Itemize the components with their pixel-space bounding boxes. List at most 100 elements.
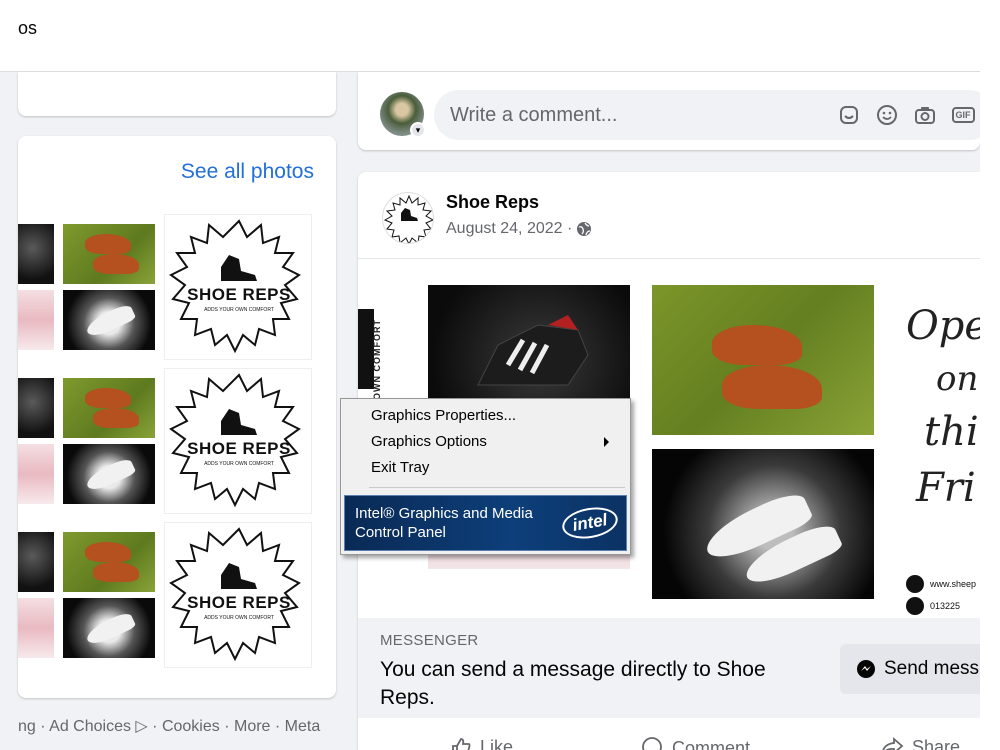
brown-shoes-photo [652,285,874,435]
footer-separator: · [219,718,234,735]
comment-label: Comment [672,737,751,750]
share-button[interactable]: Share [880,736,960,750]
like-label: Like [480,736,514,750]
logo-text: SHOE REPS [187,593,291,612]
menu-item-exit-tray[interactable]: Exit Tray [371,459,429,476]
page-avatar[interactable] [382,192,434,244]
photo-thumbnail[interactable] [63,378,155,438]
menu-separator [369,487,625,488]
brown-shoe-image [93,408,139,428]
photo-thumbnail[interactable]: SHOE REPS ADDS YOUR OWN COMFORT [164,522,312,668]
white-heel-image [83,302,137,340]
brown-shoe-image [93,562,139,582]
send-message-label: Send mess [884,658,980,679]
messenger-icon [857,660,875,678]
messenger-prompt: MESSENGER You can send a message directl… [358,618,980,718]
logo-tagline: ADDS YOUR OWN COMFORT [204,615,274,621]
post-side-text: OWN COMFORT [372,319,382,400]
footer-link[interactable]: ng [18,718,36,735]
promo-text-line: thi [924,409,979,455]
promo-text-line: Fri [916,465,976,511]
photo-row: SHOE REPS ADDS YOUR OWN COMFORT [18,522,336,670]
photo-thumbnail[interactable] [18,598,54,658]
photo-thumbnail[interactable] [63,290,155,350]
photo-thumbnail[interactable] [18,290,54,350]
share-icon [882,737,904,750]
photo-row: SHOE REPS ADDS YOUR OWN COMFORT [18,214,336,362]
phone-icon [906,597,924,615]
promo-text-line: Open [906,303,980,349]
globe-icon [906,575,924,593]
photo-thumbnail[interactable] [18,444,54,504]
photo-thumbnail[interactable] [63,598,155,658]
share-label: Share [912,736,961,750]
footer-separator: · [35,718,50,735]
emoji-icon[interactable] [874,102,900,128]
page-title-fragment: os [18,18,38,38]
white-heels-photo [652,449,874,599]
brown-shoe-image [85,542,131,562]
footer-link-ad-choices[interactable]: Ad Choices [49,718,131,735]
like-button[interactable]: Like [450,736,513,750]
logo-text: SHOE REPS [187,439,291,458]
brown-shoe-image [85,388,131,408]
brown-shoe-image [722,365,822,409]
photo-thumbnail[interactable]: SHOE REPS ADDS YOUR OWN COMFORT [164,214,312,360]
post-timestamp: August 24, 2022 · [446,220,592,238]
ad-choices-icon: ▷ [135,718,148,735]
comment-icon [642,737,662,750]
photo-thumbnail[interactable] [63,444,155,504]
photo-thumbnail[interactable] [18,532,54,592]
gif-label: GIF [951,107,975,123]
send-message-button[interactable]: Send mess [840,644,980,694]
footer-link-more[interactable]: More [234,718,270,735]
photo-thumbnail[interactable] [18,224,54,284]
contact-phone: 013225 [906,597,960,615]
menu-item-graphics-options-label: Graphics Options [371,433,487,450]
submenu-arrow-icon [604,437,609,447]
menu-item-graphics-properties[interactable]: Graphics Properties... [371,407,516,424]
context-menu: Graphics Properties... Graphics Options … [340,398,631,555]
chevron-down-icon[interactable]: ▾ [410,122,426,138]
post-actions: Like Comment Share [358,728,980,750]
left-top-card [18,72,336,116]
promo-text-line: on [936,359,979,399]
comment-composer: ▾ GIF [358,72,994,150]
photo-thumbnail[interactable]: SHOE REPS ADDS YOUR OWN COMFORT [164,368,312,514]
footer-link-meta[interactable]: Meta [285,718,321,735]
intel-control-panel-label: Intel® Graphics and Media Control Panel [355,505,533,541]
contact-phone-text: 013225 [930,601,961,611]
photo-thumbnail[interactable] [63,224,155,284]
photo-thumbnail[interactable] [18,378,54,438]
logo-tagline: ADDS YOUR OWN COMFORT [204,307,274,313]
post-author-name[interactable]: Shoe Reps [446,192,539,213]
globe-icon [577,222,592,236]
footer-link-cookies[interactable]: Cookies [162,718,220,735]
logo-text: SHOE REPS [187,285,291,304]
contact-web: www.sheep [906,575,976,593]
gif-icon[interactable]: GIF [950,102,976,128]
messenger-text: You can send a message directly to Shoe … [380,658,766,709]
white-heel-image [83,456,137,494]
post-date[interactable]: August 24, 2022 · [446,220,572,238]
photo-row: SHOE REPS ADDS YOUR OWN COMFORT [18,368,336,516]
sticker-icon[interactable] [836,102,862,128]
white-heel-image [83,610,137,648]
menu-item-graphics-options[interactable]: Graphics Options [371,433,621,450]
brown-shoe-image [712,325,802,365]
see-all-photos-link[interactable]: See all photos [181,160,314,184]
thumbs-up-icon [452,738,471,750]
camera-icon[interactable] [912,102,938,128]
logo-tagline: ADDS YOUR OWN COMFORT [204,461,274,467]
menu-item-intel-control-panel[interactable]: Intel® Graphics and Media Control Panel … [344,495,627,551]
messenger-label: MESSENGER [380,632,479,649]
top-header: os [0,0,1000,72]
photo-thumbnail[interactable] [63,532,155,592]
footer-separator: · [270,718,285,735]
footer-separator: · [147,718,162,735]
photos-card: See all photos SHOE REPS ADDS YOUR OWN C… [18,136,336,698]
footer-links: ng · Ad Choices ▷ · Cookies · More · Met… [18,716,320,736]
intel-logo: intel [559,503,621,543]
comment-button[interactable]: Comment [640,736,750,750]
comment-tools: GIF [836,102,976,128]
